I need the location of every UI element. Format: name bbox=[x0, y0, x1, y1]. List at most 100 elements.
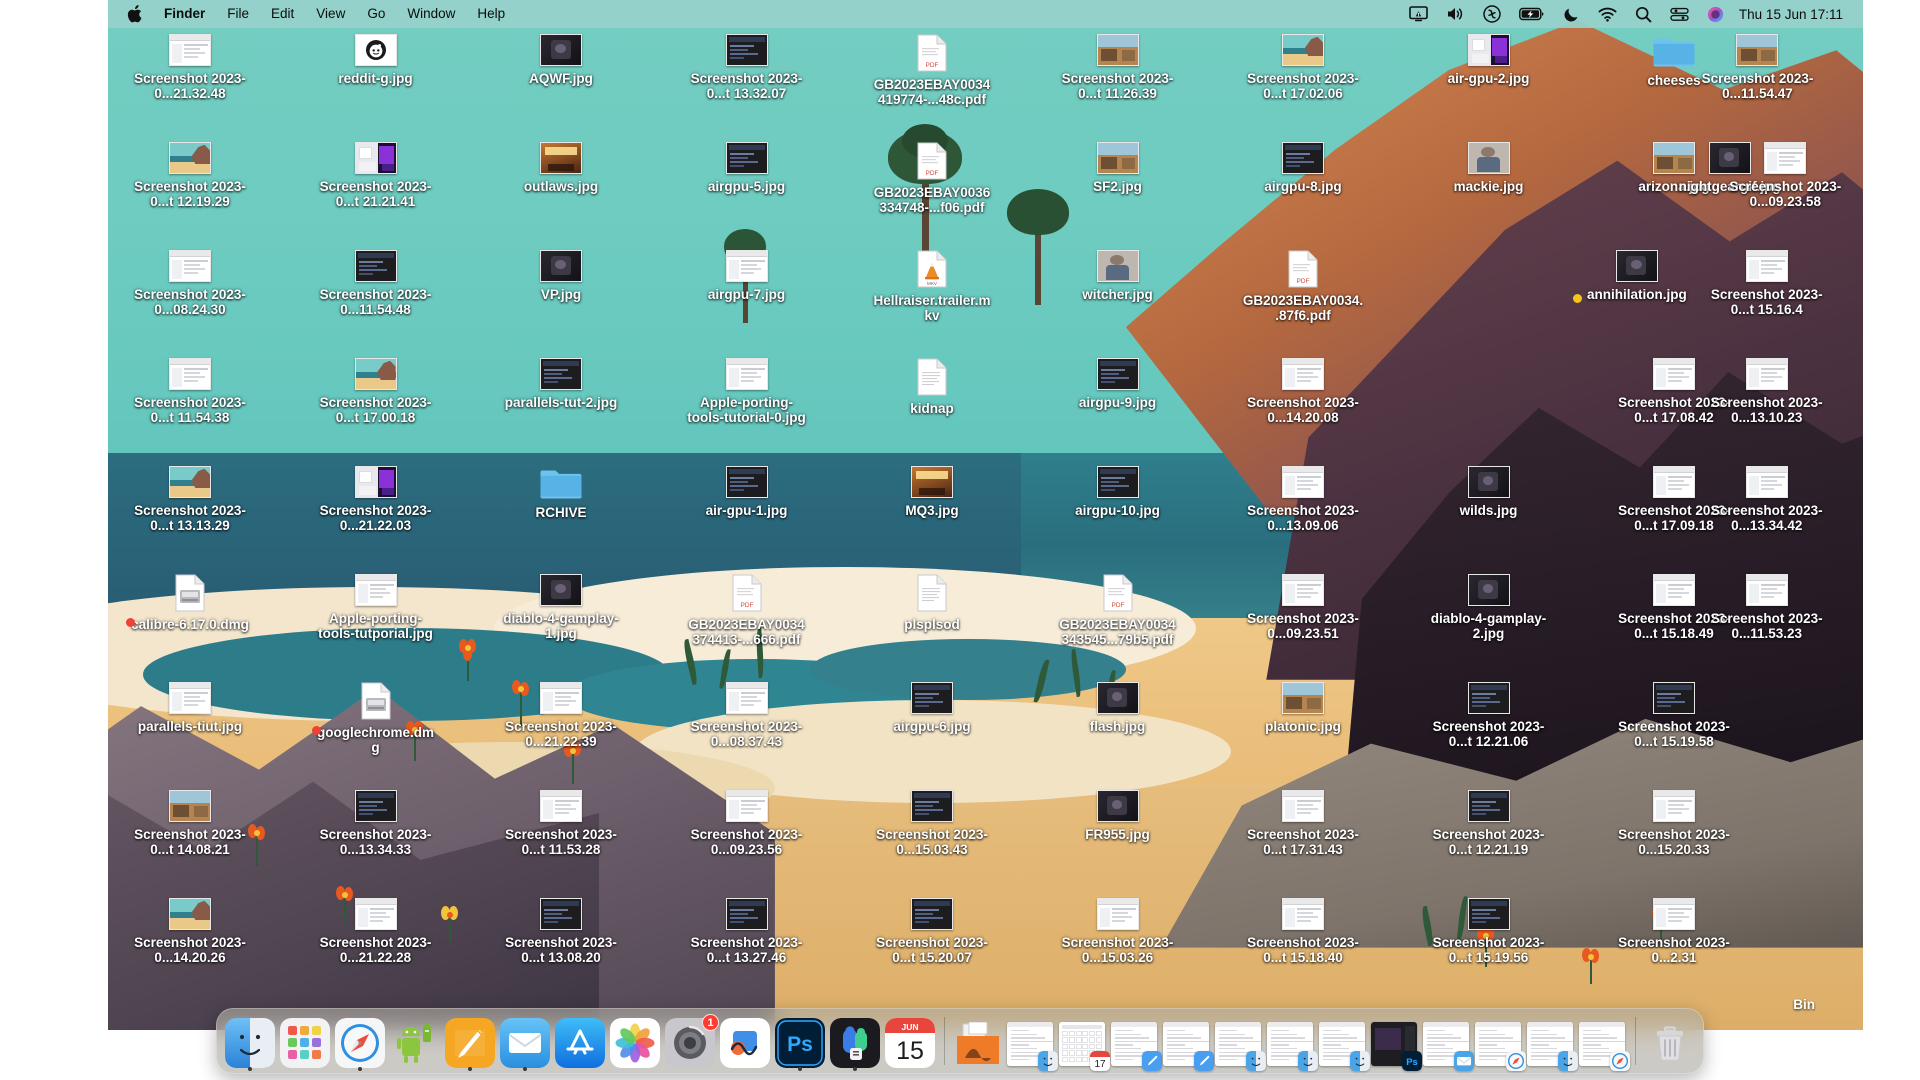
siri-icon[interactable] bbox=[1698, 0, 1733, 28]
dock-minimized-mail-window[interactable] bbox=[1421, 1020, 1474, 1071]
desktop-icon[interactable]: Screenshot 2023-0...11.53.23 bbox=[1705, 574, 1829, 641]
dock[interactable]: 1 Ps JUN 15 17 Ps bbox=[216, 1008, 1704, 1074]
menu-item-view[interactable]: View bbox=[305, 0, 356, 28]
desktop-icon[interactable]: AQWF.jpg bbox=[499, 34, 623, 86]
do-not-disturb-moon-icon[interactable] bbox=[1554, 0, 1589, 28]
desktop-icon[interactable]: Screenshot 2023-0...t 11.26.39 bbox=[1056, 34, 1180, 101]
menu-item-help[interactable]: Help bbox=[466, 0, 516, 28]
desktop-icon[interactable]: annihilation.jpg bbox=[1572, 250, 1699, 303]
desktop-icon[interactable]: Screenshot 2023-0...13.09.06 bbox=[1241, 466, 1365, 533]
desktop-icon[interactable]: Screenshot 2023-0...t 11.53.28 bbox=[499, 790, 623, 857]
dock-item-safari[interactable] bbox=[334, 1016, 386, 1071]
desktop-icon[interactable]: MQ3.jpg bbox=[870, 466, 994, 518]
desktop-icon[interactable]: Screenshot 2023-0...21.22.39 bbox=[499, 682, 623, 749]
launchpad-icon[interactable] bbox=[280, 1018, 330, 1068]
desktop-icon[interactable]: Screenshot 2023-0...08.37.43 bbox=[685, 682, 809, 749]
desktop-icon[interactable]: airgpu-9.jpg bbox=[1056, 358, 1180, 410]
desktop-icon[interactable]: airgpu-10.jpg bbox=[1056, 466, 1180, 518]
desktop-icon[interactable]: Screenshot 2023-0...13.10.23 bbox=[1705, 358, 1829, 425]
dock-item-launchpad[interactable] bbox=[279, 1016, 331, 1068]
desktop-icon[interactable]: air-gpu-1.jpg bbox=[685, 466, 809, 518]
desktop-icon[interactable]: Screenshot 2023-0...t 17.00.18 bbox=[314, 358, 438, 425]
desktop-icon[interactable]: parallels-tiut.jpg bbox=[128, 682, 252, 734]
desktop-icon[interactable]: Screenshot 2023-0...t 17.31.43 bbox=[1241, 790, 1365, 857]
desktop-icon[interactable]: plsplsod bbox=[870, 574, 994, 632]
desktop-icon[interactable]: Screenshot 2023-0...t 12.21.06 bbox=[1427, 682, 1551, 749]
desktop-icon[interactable]: kidnap bbox=[870, 358, 994, 416]
wifi-icon[interactable] bbox=[1589, 0, 1626, 28]
calendar-icon[interactable]: JUN 15 bbox=[885, 1018, 935, 1068]
desktop-icon[interactable]: Screenshot 2023-0...t 12.21.19 bbox=[1427, 790, 1551, 857]
dock-minimized-safari-window-2[interactable] bbox=[1577, 1020, 1630, 1071]
dock-minimized-notes-window-2[interactable] bbox=[1161, 1020, 1214, 1071]
dock-item-finder[interactable] bbox=[224, 1016, 276, 1071]
desktop-icon[interactable]: platonic.jpg bbox=[1241, 682, 1365, 734]
desktop-icon[interactable]: diablo-4-gamplay-2.jpg bbox=[1427, 574, 1551, 641]
desktop-icon[interactable]: RCHIVE bbox=[499, 466, 623, 520]
dock-minimized-downloads-stack[interactable] bbox=[953, 1020, 1003, 1068]
desktop-icon[interactable]: Screenshot 2023-0...15.03.43 bbox=[870, 790, 994, 857]
freeform-icon[interactable] bbox=[720, 1018, 770, 1068]
menu-bar-clock[interactable]: Thu 15 Jun 17:11 bbox=[1733, 7, 1851, 22]
desktop-icon[interactable]: Screenshot 2023-0...09.23.51 bbox=[1241, 574, 1365, 641]
desktop-icon[interactable]: Screenshot 2023-0...t 14.08.21 bbox=[128, 790, 252, 857]
desktop-icon[interactable]: PDF GB2023EBAY0036334748-...f06.pdf bbox=[870, 142, 994, 215]
desktop-icon[interactable]: FR955.jpg bbox=[1056, 790, 1180, 842]
desktop-icon[interactable]: Screenshot 2023-0...t 11.54.38 bbox=[128, 358, 252, 425]
screen-mirroring-icon[interactable] bbox=[1400, 0, 1437, 28]
desktop-icon[interactable]: Screenshot 2023-0...13.34.42 bbox=[1705, 466, 1829, 533]
mail-icon[interactable] bbox=[500, 1018, 550, 1068]
desktop-icon[interactable]: airgpu-6.jpg bbox=[870, 682, 994, 734]
volume-icon[interactable] bbox=[1437, 0, 1474, 28]
dock-minimized-finder-window-5[interactable] bbox=[1525, 1020, 1578, 1071]
dock-item-app-store[interactable] bbox=[554, 1016, 606, 1068]
dock-item-calendar[interactable]: JUN 15 bbox=[884, 1016, 936, 1068]
dock-minimized-finder-window-2[interactable] bbox=[1213, 1020, 1266, 1071]
dock-item-notes[interactable] bbox=[444, 1016, 496, 1071]
desktop-icon[interactable]: SF2.jpg bbox=[1056, 142, 1180, 194]
desktop-wallpaper-area[interactable]: Screenshot 2023-0...21.32.48 reddit-g.jp… bbox=[108, 0, 1863, 1030]
desktop-icon[interactable]: Screenshot 2023-0...t 21.21.41 bbox=[314, 142, 438, 209]
desktop-icon[interactable]: MKV Hellraiser.trailer.mkv bbox=[870, 250, 994, 323]
menu-item-edit[interactable]: Edit bbox=[260, 0, 305, 28]
desktop-icon[interactable]: Screenshot 2023-0...t 15.19.56 bbox=[1427, 898, 1551, 965]
desktop-icon[interactable]: PDF GB2023EBAY0034343545...79b5.pdf bbox=[1056, 574, 1180, 647]
desktop-icon[interactable]: Screenshot 2023-0...11.54.47 bbox=[1695, 34, 1819, 101]
desktop-icon[interactable]: Screenshot 2023-0...14.20.26 bbox=[128, 898, 252, 965]
dock-item-microsoft-teams[interactable] bbox=[829, 1016, 881, 1071]
desktop-icon[interactable]: Screenshot 2023-0...14.20.08 bbox=[1241, 358, 1365, 425]
menu-bar[interactable]: Finder File Edit View Go Window Help Thu… bbox=[108, 0, 1863, 28]
desktop-icon[interactable]: Screenshot 2023-0...t 13.08.20 bbox=[499, 898, 623, 965]
apple-logo-icon[interactable] bbox=[116, 5, 153, 23]
photos-icon[interactable] bbox=[610, 1018, 660, 1068]
desktop-icon[interactable]: PDF GB2023EBAY0034419774-...48c.pdf bbox=[870, 34, 994, 107]
dock-minimized-finder-window-1[interactable] bbox=[1005, 1020, 1058, 1071]
desktop-icon[interactable]: parallels-tut-2.jpg bbox=[499, 358, 623, 410]
desktop-icon[interactable]: reddit-g.jpg bbox=[314, 34, 438, 86]
menu-item-go[interactable]: Go bbox=[356, 0, 396, 28]
desktop-icon[interactable]: Screenshot 2023-0...21.32.48 bbox=[128, 34, 252, 101]
desktop-icon[interactable]: Screenshot 2023-0...t 15.16.4 bbox=[1705, 250, 1829, 317]
desktop-icon[interactable]: Screenshot 2023-0...15.03.26 bbox=[1056, 898, 1180, 965]
photoshop-icon[interactable]: Ps bbox=[775, 1018, 825, 1068]
dock-item-trash[interactable] bbox=[1644, 1016, 1696, 1068]
android-icon[interactable] bbox=[390, 1018, 440, 1068]
dock-minimized-finder-window-3[interactable] bbox=[1265, 1020, 1318, 1071]
dock-minimized-safari-window[interactable] bbox=[1473, 1020, 1526, 1071]
desktop-icon[interactable]: Screenshot 2023-0...09.23.56 bbox=[685, 790, 809, 857]
dock-item-mail[interactable] bbox=[499, 1016, 551, 1071]
desktop-icon[interactable]: wilds.jpg bbox=[1427, 466, 1551, 518]
desktop-icon[interactable]: mackie.jpg bbox=[1427, 142, 1551, 194]
desktop-icon[interactable]: Apple-porting-tools-tutorial-0.jpg bbox=[685, 358, 809, 425]
desktop-icon[interactable]: calibre-6.17.0.dmg bbox=[126, 574, 252, 632]
dock-item-photos[interactable] bbox=[609, 1016, 661, 1068]
window-thumbnail[interactable] bbox=[955, 1022, 1001, 1066]
desktop-icon[interactable]: Apple-porting-tools-tutporial.jpg bbox=[314, 574, 438, 641]
desktop-icon[interactable]: air-gpu-2.jpg bbox=[1427, 34, 1551, 86]
safari-icon[interactable] bbox=[335, 1018, 385, 1068]
desktop-icon[interactable]: witcher.jpg bbox=[1056, 250, 1180, 302]
desktop-icon[interactable]: outlaws.jpg bbox=[499, 142, 623, 194]
menu-item-window[interactable]: Window bbox=[396, 0, 466, 28]
desktop-icon[interactable]: Screenshot 2023-0...21.22.03 bbox=[314, 466, 438, 533]
desktop-icon[interactable]: googlechrome.dmg bbox=[311, 682, 438, 755]
